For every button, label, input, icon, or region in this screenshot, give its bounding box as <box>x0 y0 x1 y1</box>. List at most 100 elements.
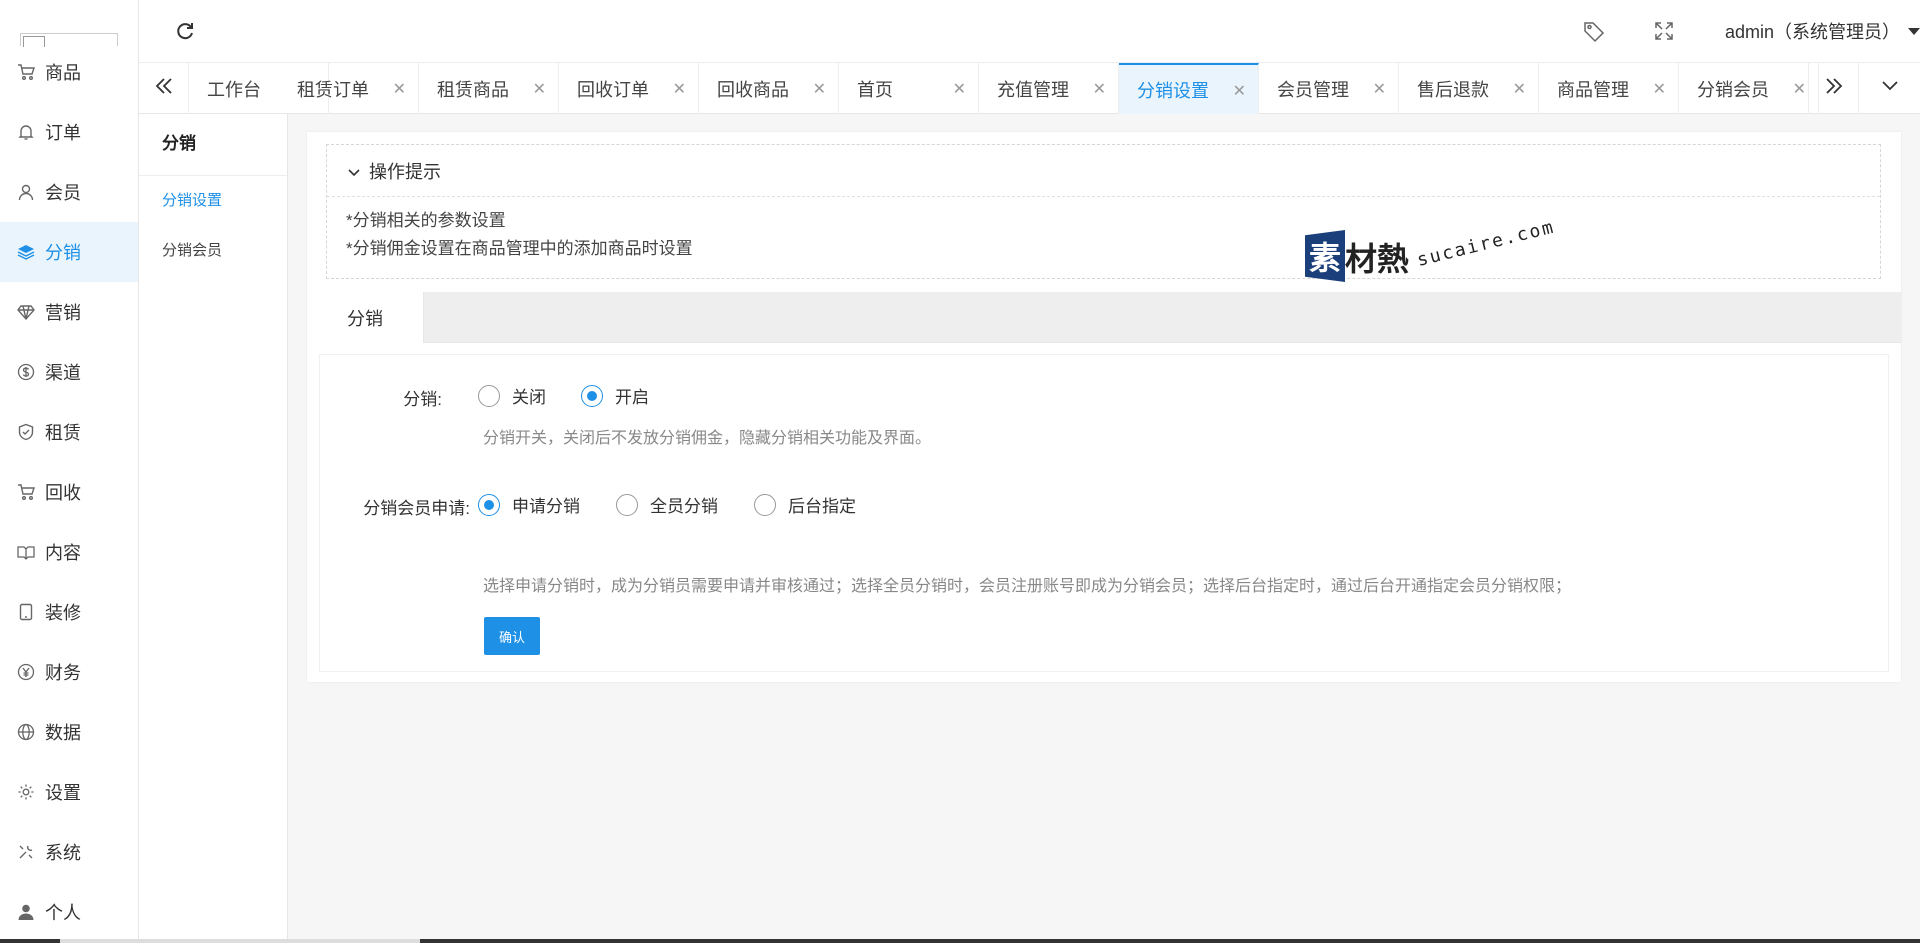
sidebar-item-label: 数据 <box>45 723 81 743</box>
tips-title: 操作提示 <box>369 161 441 182</box>
double-chevron-right-icon <box>1823 73 1845 104</box>
subnav-item-distribution-settings[interactable]: 分销设置 <box>139 176 287 226</box>
sidebar-item-distribution[interactable]: 分销 <box>0 222 138 282</box>
layers-icon <box>17 243 35 261</box>
tabs-menu-button[interactable] <box>1858 63 1920 114</box>
tab-goods-management[interactable]: 商品管理 ✕ <box>1539 63 1679 114</box>
tab-home[interactable]: 首页 ✕ <box>839 63 979 114</box>
distribution-hint: 分销开关，关闭后不发放分销佣金，隐藏分销相关功能及界面。 <box>483 430 932 447</box>
tabs-scroll-left-button[interactable] <box>139 63 189 114</box>
yen-icon <box>17 663 35 681</box>
diamond-icon <box>17 303 35 321</box>
tab-label: 租赁商品 <box>437 79 509 100</box>
user-menu[interactable]: admin（系统管理员） <box>1725 18 1920 44</box>
radio-distribution-on[interactable]: 开启 <box>581 383 649 408</box>
tips-header[interactable]: 操作提示 <box>327 145 1880 197</box>
cart-icon <box>17 63 35 81</box>
sidebar-item-label: 商品 <box>45 63 81 83</box>
close-icon[interactable]: ✕ <box>533 79 546 99</box>
sidebar-item-data[interactable]: 数据 <box>0 702 138 762</box>
scrollbar-thumb[interactable] <box>60 939 420 943</box>
fullscreen-icon[interactable] <box>1653 20 1675 42</box>
sidebar-item-label: 营销 <box>45 303 81 323</box>
tab-label: 回收商品 <box>717 79 789 100</box>
confirm-button[interactable]: 确认 <box>484 617 540 655</box>
sidebar-item-channel[interactable]: 渠道 <box>0 342 138 402</box>
settings-form: 分销: 关闭 开启 分销开关，关闭后不发放分销佣金，隐藏分销相关功能及界面。 分… <box>319 354 1889 672</box>
sidebar-item-members[interactable]: 会员 <box>0 162 138 222</box>
tab-lease-orders[interactable]: 租赁订单 ✕ <box>279 63 419 114</box>
apply-hint: 选择申请分销时，成为分销员需要申请并审核通过；选择全员分销时，会员注册账号即成为… <box>483 578 1572 595</box>
sidebar-item-decoration[interactable]: 装修 <box>0 582 138 642</box>
tab-recycle-goods[interactable]: 回收商品 ✕ <box>699 63 839 114</box>
chevron-down-icon <box>347 164 361 178</box>
tab-after-sales[interactable]: 售后退款 ✕ <box>1399 63 1539 114</box>
sidebar-item-marketing[interactable]: 营销 <box>0 282 138 342</box>
radio-circle <box>478 493 500 516</box>
section-tabs: 分销 <box>307 292 1901 343</box>
radio-circle <box>478 384 500 407</box>
sidebar-item-label: 内容 <box>45 543 81 563</box>
tab-lease-goods[interactable]: 租赁商品 ✕ <box>419 63 559 114</box>
sidebar-item-content[interactable]: 内容 <box>0 522 138 582</box>
tab-label: 会员管理 <box>1277 79 1349 100</box>
tab-recycle-orders[interactable]: 回收订单 ✕ <box>559 63 699 114</box>
radio-apply[interactable]: 申请分销 <box>478 492 580 517</box>
user-name: admin（系统管理员） <box>1725 22 1901 42</box>
sidebar-item-label: 会员 <box>45 183 81 203</box>
close-icon[interactable]: ✕ <box>393 79 406 99</box>
tab-label: 分销设置 <box>1137 80 1209 101</box>
tab-label: 工作台 <box>207 79 261 100</box>
double-chevron-left-icon <box>153 73 175 104</box>
radio-all-members[interactable]: 全员分销 <box>616 492 718 517</box>
sidebar-item-settings[interactable]: 设置 <box>0 762 138 822</box>
watermark-text: 材熱 <box>1345 241 1410 277</box>
close-icon[interactable]: ✕ <box>1793 79 1806 99</box>
close-icon[interactable]: ✕ <box>1093 79 1106 99</box>
main-card: 操作提示 *分销相关的参数设置 *分销佣金设置在商品管理中的添加商品时设置 分销… <box>307 132 1901 682</box>
close-icon[interactable]: ✕ <box>673 79 686 99</box>
close-icon[interactable]: ✕ <box>1653 79 1666 99</box>
radio-distribution-off[interactable]: 关闭 <box>478 383 546 408</box>
radio-label: 后台指定 <box>788 497 856 516</box>
close-icon[interactable]: ✕ <box>1513 79 1526 99</box>
section-tab-distribution[interactable]: 分销 <box>307 292 424 343</box>
sidebar-item-system[interactable]: 系统 <box>0 822 138 882</box>
close-icon[interactable]: ✕ <box>813 79 826 99</box>
top-header: admin（系统管理员） <box>139 0 1920 62</box>
sidebar-item-label: 分销 <box>45 243 81 263</box>
tips-line: *分销佣金设置在商品管理中的添加商品时设置 <box>346 239 693 258</box>
refresh-icon[interactable] <box>173 19 197 43</box>
radio-circle <box>616 493 638 516</box>
tab-recharge[interactable]: 充值管理 ✕ <box>979 63 1119 114</box>
close-icon[interactable]: ✕ <box>953 79 966 99</box>
subnav-item-distribution-members[interactable]: 分销会员 <box>139 226 287 276</box>
close-icon[interactable]: ✕ <box>1373 79 1386 99</box>
sidebar-item-finance[interactable]: 财务 <box>0 642 138 702</box>
sidebar-item-label: 设置 <box>45 783 81 803</box>
tab-member-management[interactable]: 会员管理 ✕ <box>1259 63 1399 114</box>
bottom-scrollbar[interactable] <box>0 939 1920 943</box>
user-icon <box>17 183 35 201</box>
radio-admin-assign[interactable]: 后台指定 <box>754 492 856 517</box>
radio-label: 全员分销 <box>650 497 718 516</box>
gear-icon <box>17 783 35 801</box>
sidebar-item-recycle[interactable]: 回收 <box>0 462 138 522</box>
tag-icon[interactable] <box>1582 19 1606 43</box>
tab-label: 首页 <box>857 79 893 100</box>
tab-distribution-settings[interactable]: 分销设置 ✕ <box>1119 63 1259 114</box>
close-icon[interactable]: ✕ <box>1233 81 1246 101</box>
sidebar-item-personal[interactable]: 个人 <box>0 882 138 942</box>
sidebar-item-orders[interactable]: 订单 <box>0 102 138 162</box>
sidebar-item-lease[interactable]: 租赁 <box>0 402 138 462</box>
tab-label: 商品管理 <box>1557 79 1629 100</box>
apply-label: 分销会员申请: <box>363 499 470 518</box>
tab-label: 租赁订单 <box>297 79 369 100</box>
sidebar-item-goods[interactable]: 商品 <box>0 42 138 102</box>
sidebar-item-label: 租赁 <box>45 423 81 443</box>
tab-label: 分销会员 <box>1697 79 1769 100</box>
watermark: 素 材熱 sucaire.com <box>1305 216 1557 286</box>
subnav-title: 分销 <box>139 114 287 176</box>
tab-distribution-members[interactable]: 分销会员 ✕ <box>1679 63 1819 114</box>
tabs-scroll-right-button[interactable] <box>1808 63 1858 114</box>
